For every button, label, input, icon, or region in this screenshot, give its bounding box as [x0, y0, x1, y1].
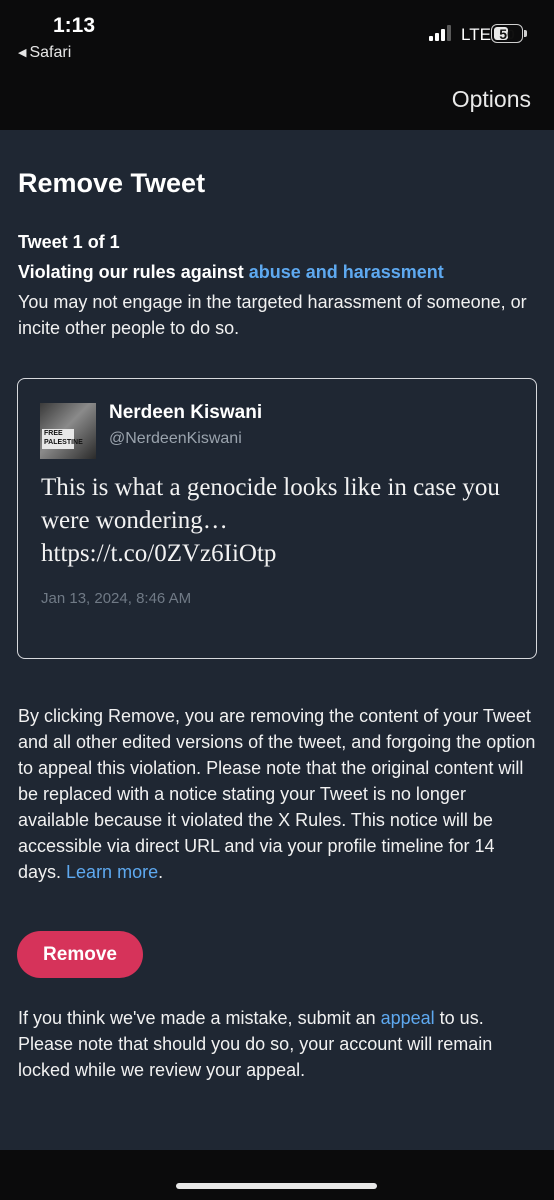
notice-text: By clicking Remove, you are removing the…: [18, 706, 536, 882]
tweet-text: This is what a genocide looks like in ca…: [41, 471, 511, 570]
notice-end: .: [158, 862, 164, 882]
avatar-sign: FREE PALESTINE: [42, 429, 83, 449]
back-to-app-link[interactable]: ◀ Safari: [18, 44, 71, 62]
learn-more-link[interactable]: Learn more: [66, 862, 158, 882]
violation-description: You may not engage in the targeted haras…: [18, 292, 527, 338]
status-time: 1:13: [53, 14, 96, 37]
appeal-prefix: If you think we've made a mistake, submi…: [18, 1008, 381, 1028]
tweet-card: FREE PALESTINE Nerdeen Kiswani @NerdeenK…: [17, 378, 537, 659]
violation-prefix: Violating our rules against: [18, 262, 249, 282]
tweet-date: Jan 13, 2024, 8:46 AM: [41, 590, 192, 607]
battery-level: 50: [499, 25, 515, 42]
back-arrow-icon: ◀: [18, 47, 27, 59]
page-title: Remove Tweet: [18, 168, 206, 198]
avatar: FREE PALESTINE: [40, 403, 96, 459]
author-name: Nerdeen Kiswani: [109, 402, 263, 423]
abuse-harassment-link[interactable]: abuse and harassment: [249, 262, 444, 282]
tweet-count: Tweet 1 of 1: [18, 232, 120, 252]
violation-title: Violating our rules against abuse and ha…: [18, 262, 444, 283]
status-bar: 1:13 ◀ Safari LTE 50 Options: [0, 0, 554, 130]
appeal-notice: If you think we've made a mistake, submi…: [18, 1005, 528, 1083]
bottom-bar: [0, 1150, 554, 1200]
tweet-text-body: This is what a genocide looks like in ca…: [41, 474, 500, 534]
main-content: Remove Tweet Tweet 1 of 1 Violating our …: [18, 168, 533, 338]
network-label: LTE: [461, 25, 491, 44]
tweet-link[interactable]: https://t.co/0ZVz6IiOtp: [41, 537, 511, 570]
remove-button[interactable]: Remove: [17, 931, 143, 978]
back-app-label: Safari: [29, 44, 72, 61]
battery-icon: 50: [491, 24, 523, 43]
author-handle: @NerdeenKiswani: [109, 430, 242, 447]
signal-strength-icon: [429, 25, 455, 41]
appeal-link[interactable]: appeal: [381, 1008, 435, 1028]
remove-notice: By clicking Remove, you are removing the…: [18, 703, 540, 885]
battery-nub: [524, 30, 527, 37]
options-button[interactable]: Options: [452, 86, 531, 113]
home-indicator[interactable]: [176, 1183, 377, 1189]
